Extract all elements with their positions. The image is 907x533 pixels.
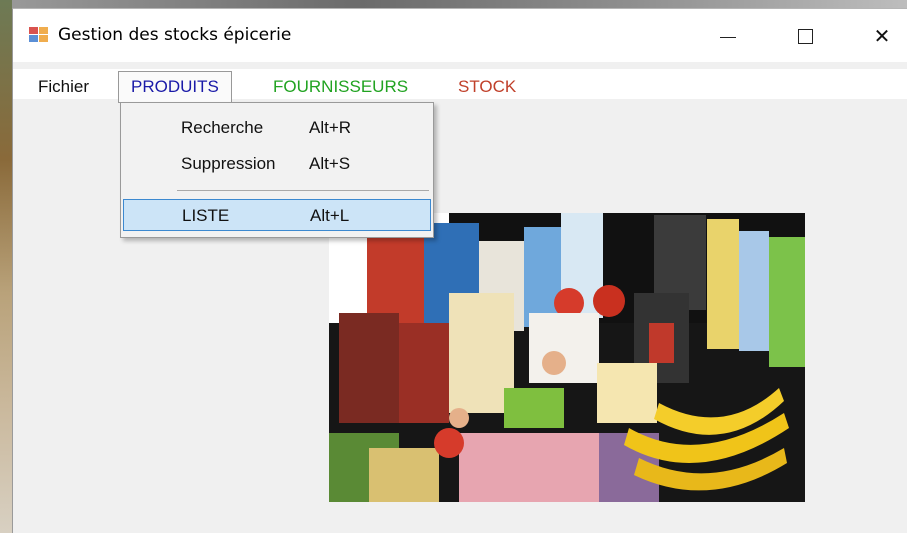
title-bar: Gestion des stocks épicerie ✕ (13, 9, 907, 62)
menu-item-shortcut: Alt+S (309, 154, 351, 173)
app-icon (29, 27, 49, 43)
window-title: Gestion des stocks épicerie (58, 25, 292, 45)
menu-item-recherche[interactable]: Recherche Alt+R (123, 111, 431, 145)
menu-item-label: Suppression (181, 154, 276, 173)
maximize-icon (797, 28, 813, 44)
maximize-button[interactable] (782, 19, 828, 53)
menu-produits[interactable]: PRODUITS (118, 71, 232, 103)
produits-dropdown-menu: Recherche Alt+R Suppression Alt+S LISTE … (120, 102, 434, 238)
menu-fournisseurs[interactable]: FOURNISSEURS (273, 75, 408, 101)
app-window: Gestion des stocks épicerie ✕ Fichier PR… (12, 8, 907, 533)
minimize-icon (720, 36, 736, 38)
menu-item-suppression[interactable]: Suppression Alt+S (123, 147, 431, 181)
menu-item-shortcut: Alt+L (310, 206, 350, 225)
menu-separator (177, 190, 429, 191)
groceries-photo (329, 213, 805, 502)
close-button[interactable]: ✕ (859, 19, 905, 53)
menu-item-shortcut: Alt+R (309, 118, 352, 137)
menu-item-liste[interactable]: LISTE Alt+L (123, 199, 431, 231)
close-icon: ✕ (873, 24, 891, 48)
minimize-button[interactable] (705, 19, 751, 53)
menu-item-label: LISTE (182, 206, 230, 225)
menu-fichier[interactable]: Fichier (38, 75, 89, 101)
desktop-background-top (0, 0, 907, 8)
menu-stock[interactable]: STOCK (458, 75, 516, 101)
menu-item-label: Recherche (181, 118, 264, 137)
desktop-background-left (0, 0, 12, 533)
